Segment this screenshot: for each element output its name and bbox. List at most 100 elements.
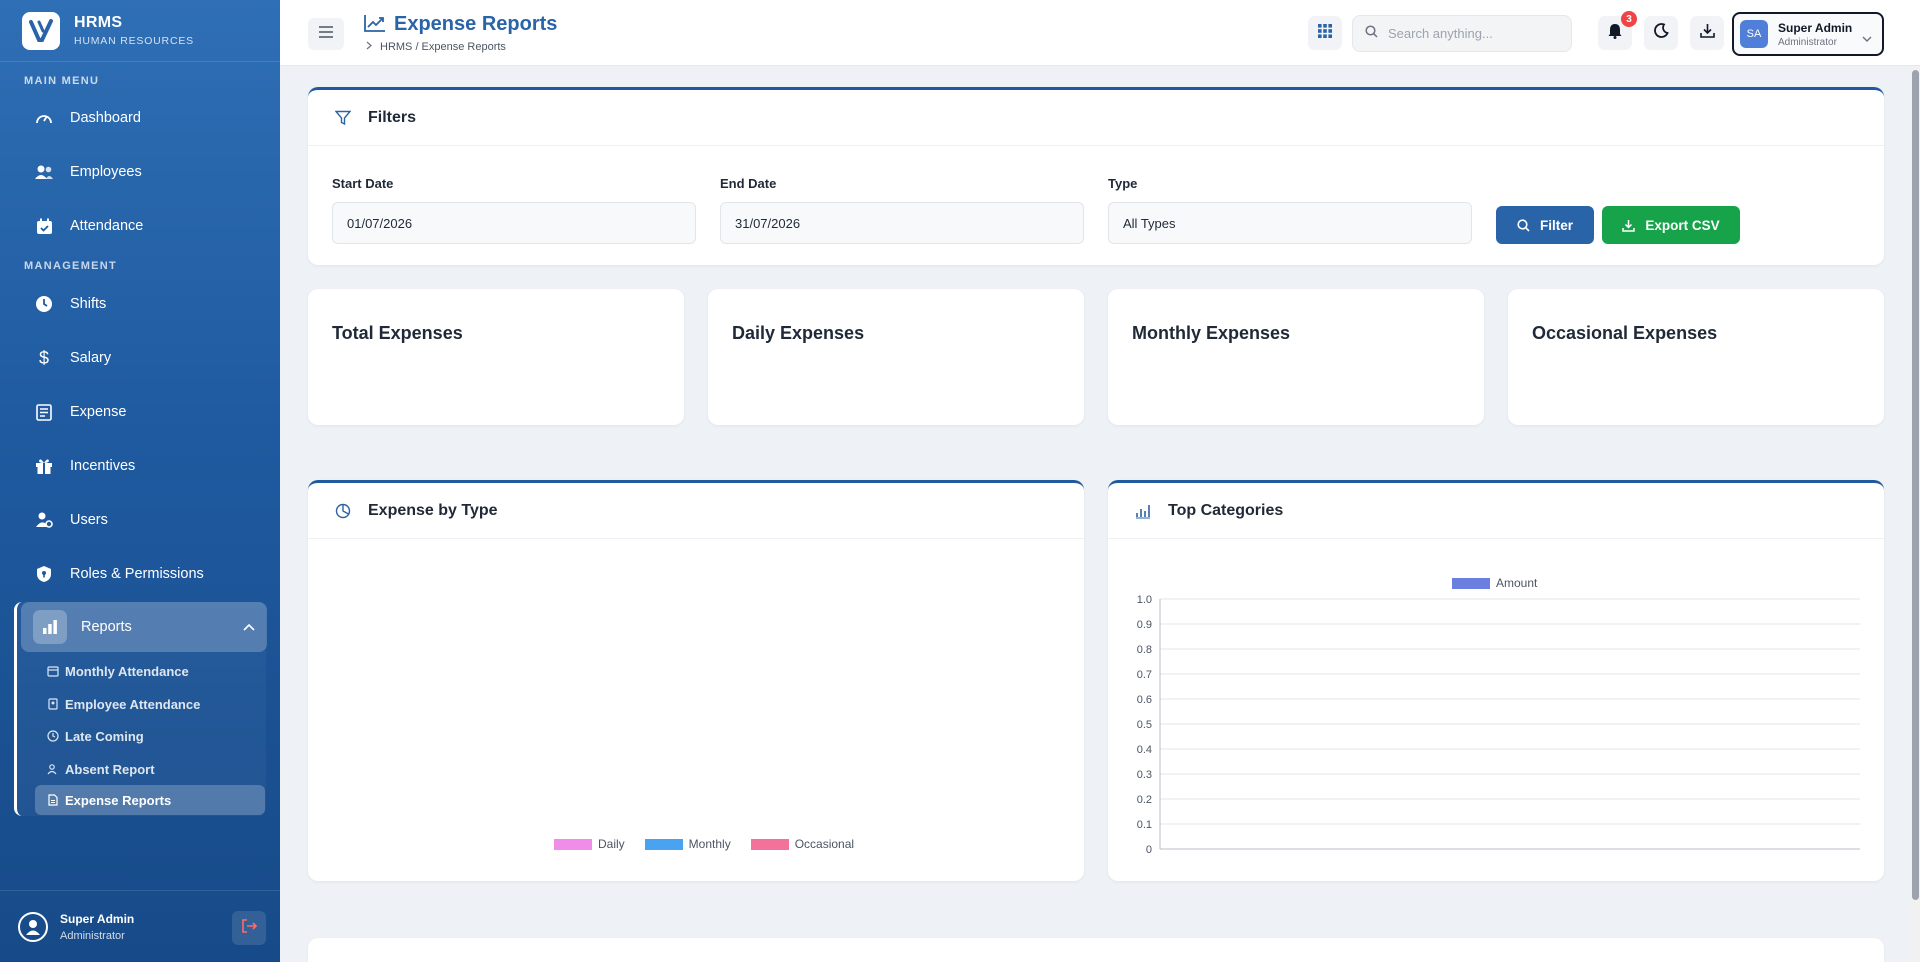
page-scrollbar[interactable] — [1910, 66, 1920, 962]
brand-title: HRMS — [74, 14, 123, 31]
sidebar-subitem-expense-reports[interactable]: Expense Reports — [35, 785, 265, 815]
logout-button[interactable] — [232, 911, 266, 945]
reports-group: Reports Monthly Attendance Employee Atte… — [14, 602, 267, 816]
apps-grid-button[interactable] — [1308, 16, 1342, 50]
type-select[interactable]: All Types — [1108, 202, 1472, 244]
breadcrumb-text[interactable]: HRMS / Expense Reports — [380, 41, 506, 53]
hamburger-icon — [318, 25, 334, 43]
download-icon — [1699, 23, 1715, 43]
y-tick-label: 0 — [1146, 844, 1152, 856]
type-label: Type — [1108, 176, 1138, 191]
export-csv-label: Export CSV — [1645, 217, 1720, 233]
pie-chart-icon — [334, 502, 352, 520]
sidebar-toggle-button[interactable] — [308, 18, 344, 50]
bar-chart-icon — [33, 610, 67, 644]
logout-icon — [241, 918, 258, 938]
sidebar-item-incentives[interactable]: Incentives — [14, 444, 264, 488]
scrollbar-thumb[interactable] — [1912, 70, 1919, 900]
export-csv-button[interactable]: Export CSV — [1602, 206, 1740, 244]
sidebar-item-label: Dashboard — [70, 110, 141, 126]
legend-item-daily[interactable]: Daily — [554, 837, 625, 851]
filter-button-label: Filter — [1539, 217, 1573, 233]
id-badge-icon — [46, 698, 59, 711]
user-avatar: SA — [1740, 20, 1768, 48]
end-date-input[interactable]: 31/07/2026 — [720, 202, 1084, 244]
brand-logo — [22, 11, 60, 50]
legend-item-monthly[interactable]: Monthly — [644, 837, 731, 851]
sidebar-subitem-label: Expense Reports — [65, 792, 172, 808]
sidebar-footer: Super Admin Administrator — [0, 890, 280, 962]
sidebar-item-shifts[interactable]: Shifts — [14, 282, 264, 326]
brand[interactable]: HRMS HUMAN RESOURCES — [0, 0, 280, 62]
stat-title: Total Expenses — [332, 323, 463, 343]
sidebar-item-label: Employees — [70, 164, 142, 180]
expense-by-type-title: Expense by Type — [368, 501, 498, 519]
y-tick-label: 0.7 — [1137, 669, 1152, 681]
sidebar-item-attendance[interactable]: Attendance — [14, 204, 264, 248]
legend-item-occasional[interactable]: Occasional — [750, 837, 854, 851]
filter-icon — [334, 109, 352, 127]
user-circle-icon — [18, 911, 48, 942]
user-name: Super Admin — [1778, 20, 1853, 35]
footer-user-role: Administrator — [60, 929, 125, 942]
gift-icon — [34, 456, 54, 476]
expense-by-type-card: Expense by Type Daily Monthly Occasional — [308, 480, 1084, 881]
gauge-icon — [34, 108, 54, 128]
sidebar-subitem-employee-attendance[interactable]: Employee Attendance — [35, 689, 265, 719]
trending-up-icon — [364, 14, 386, 37]
sidebar-item-users[interactable]: Users — [14, 498, 264, 542]
filter-button[interactable]: Filter — [1496, 206, 1594, 244]
brand-subtitle: HUMAN RESOURCES — [74, 35, 194, 47]
y-tick-label: 0.6 — [1137, 694, 1152, 706]
sidebar-subitem-late-coming[interactable]: Late Coming — [35, 721, 265, 751]
management-label: MANAGEMENT — [24, 260, 118, 272]
y-tick-label: 0.1 — [1137, 819, 1152, 831]
sidebar-item-employees[interactable]: Employees — [14, 150, 264, 194]
bar-chart-icon — [1134, 502, 1152, 520]
search-icon — [1365, 24, 1378, 43]
sidebar-item-label: Salary — [70, 350, 112, 366]
download-button[interactable] — [1690, 16, 1724, 50]
calendar-icon — [46, 665, 59, 678]
sidebar-subitem-monthly-attendance[interactable]: Monthly Attendance — [35, 656, 265, 686]
sidebar-item-dashboard[interactable]: Dashboard — [14, 96, 264, 140]
stat-title: Occasional Expenses — [1532, 323, 1718, 343]
sidebar-subitem-label: Monthly Attendance — [65, 663, 189, 679]
y-tick-label: 1.0 — [1137, 594, 1152, 606]
legend-swatch — [644, 838, 683, 850]
user-menu-button[interactable]: SA Super Admin Administrator — [1732, 12, 1884, 56]
search-icon — [1517, 218, 1530, 232]
start-date-label: Start Date — [332, 176, 394, 191]
y-tick-label: 0.8 — [1137, 644, 1152, 656]
sidebar: HRMS HUMAN RESOURCES MAIN MENU Dashboard… — [0, 0, 280, 962]
notifications-button[interactable]: 3 — [1598, 11, 1637, 50]
page-title: Expense Reports — [394, 13, 558, 35]
sidebar-subitem-absent-report[interactable]: Absent Report — [35, 754, 265, 784]
footer-user-name: Super Admin — [60, 911, 135, 926]
sidebar-item-reports[interactable]: Reports — [21, 602, 267, 652]
search-box — [1352, 15, 1572, 52]
sidebar-item-label: Shifts — [70, 296, 107, 312]
expense-type-legend: Daily Monthly Occasional — [554, 837, 874, 851]
expense-table-card — [308, 938, 1884, 962]
dollar-icon: $ — [38, 347, 49, 368]
sidebar-item-label: Expense — [70, 404, 127, 420]
main-menu-label: MAIN MENU — [24, 75, 100, 87]
clock-icon — [34, 294, 54, 314]
start-date-input[interactable]: 01/07/2026 — [332, 202, 696, 244]
search-input[interactable] — [1388, 26, 1558, 41]
stat-card-monthly-expenses: Monthly Expenses — [1108, 289, 1484, 425]
chevron-up-icon — [243, 619, 255, 635]
top-categories-header: Top Categories — [1108, 483, 1884, 539]
sidebar-item-roles-permissions[interactable]: Roles & Permissions — [14, 552, 264, 596]
legend-label: Daily — [598, 837, 625, 851]
sidebar-item-label: Roles & Permissions — [70, 566, 204, 582]
sidebar-item-salary[interactable]: $ Salary — [14, 336, 264, 380]
y-tick-label: 0.3 — [1137, 769, 1152, 781]
clock-icon — [46, 730, 59, 743]
theme-toggle-button[interactable] — [1644, 16, 1678, 50]
user-role: Administrator — [1778, 36, 1837, 48]
breadcrumb: HRMS / Expense Reports — [366, 41, 506, 53]
shield-icon — [34, 564, 54, 584]
sidebar-item-expense[interactable]: Expense — [14, 390, 264, 434]
